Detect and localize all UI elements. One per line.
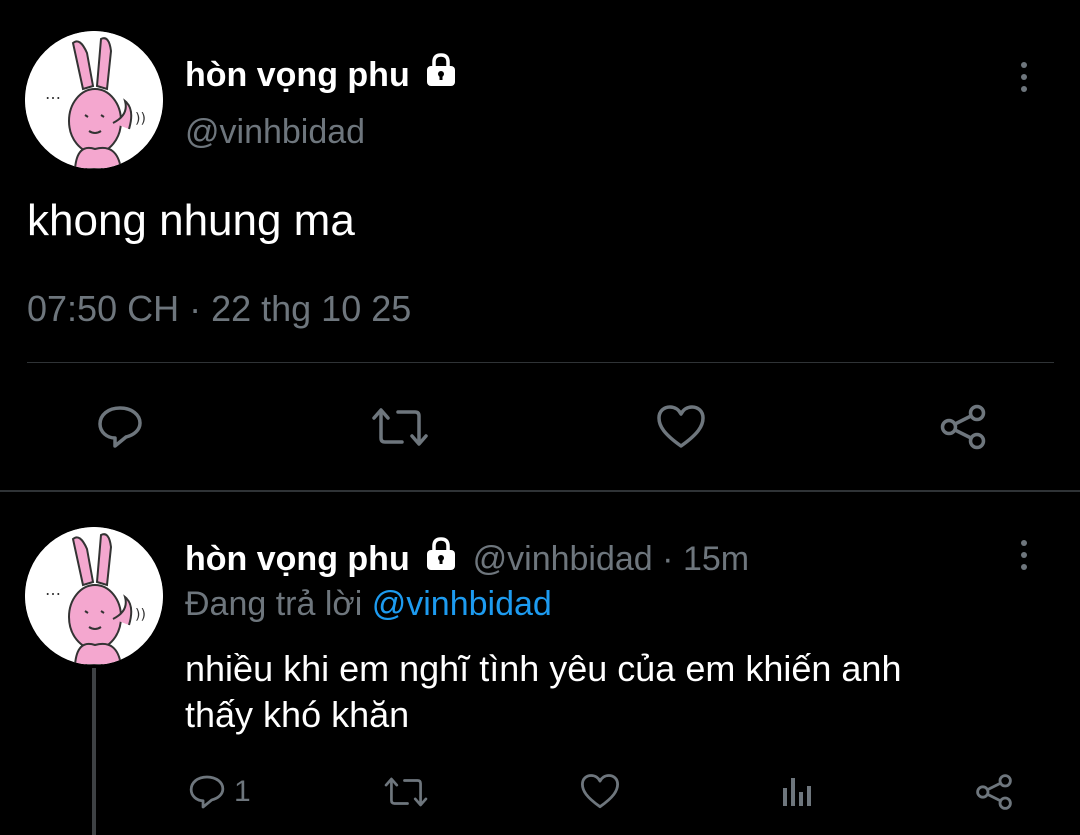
avatar[interactable]: … )) [25,31,163,169]
thread-line [92,668,96,835]
svg-text:)): )) [135,111,146,127]
more-vertical-icon[interactable] [1012,538,1036,574]
share-icon[interactable] [974,772,1014,812]
more-vertical-icon[interactable] [1012,60,1036,96]
timestamp[interactable]: 07:50 CH · 22 thg 10 25 [27,287,411,331]
reply-icon[interactable] [188,773,226,811]
heart-icon[interactable] [656,404,706,450]
reply-text-line2: thấy khó khăn [185,694,410,735]
share-icon[interactable] [938,403,988,451]
tweet-text: khong nhung ma [27,196,355,245]
retweet-icon[interactable] [370,406,430,448]
replying-to-link[interactable]: @vinhbidad [372,585,552,623]
display-name[interactable]: hòn vọng phu [185,56,410,94]
reply-count: 1 [234,775,251,808]
handle[interactable]: @vinhbidad [185,112,365,152]
lock-icon [423,536,459,572]
reply-handle[interactable]: @vinhbidad [473,540,653,578]
section-divider [0,490,1080,492]
separator: · [662,540,674,578]
reply-avatar[interactable]: … )) [25,527,163,665]
svg-text:…: … [45,84,61,103]
heart-icon[interactable] [580,773,620,810]
analytics-icon[interactable] [780,774,816,808]
reply-text-line1: nhiều khi em nghĩ tình yêu của em khiến … [185,648,902,689]
reply-icon[interactable] [96,404,144,450]
retweet-icon[interactable] [383,775,429,809]
svg-text:)): )) [135,607,146,623]
replying-prefix: Đang trả lời [185,585,363,623]
divider [27,362,1054,363]
svg-text:…: … [45,580,61,599]
reply-time[interactable]: 15m [683,540,749,578]
lock-icon [423,52,459,88]
reply-display-name[interactable]: hòn vọng phu [185,540,410,578]
reply-action[interactable]: 1 [188,772,251,812]
